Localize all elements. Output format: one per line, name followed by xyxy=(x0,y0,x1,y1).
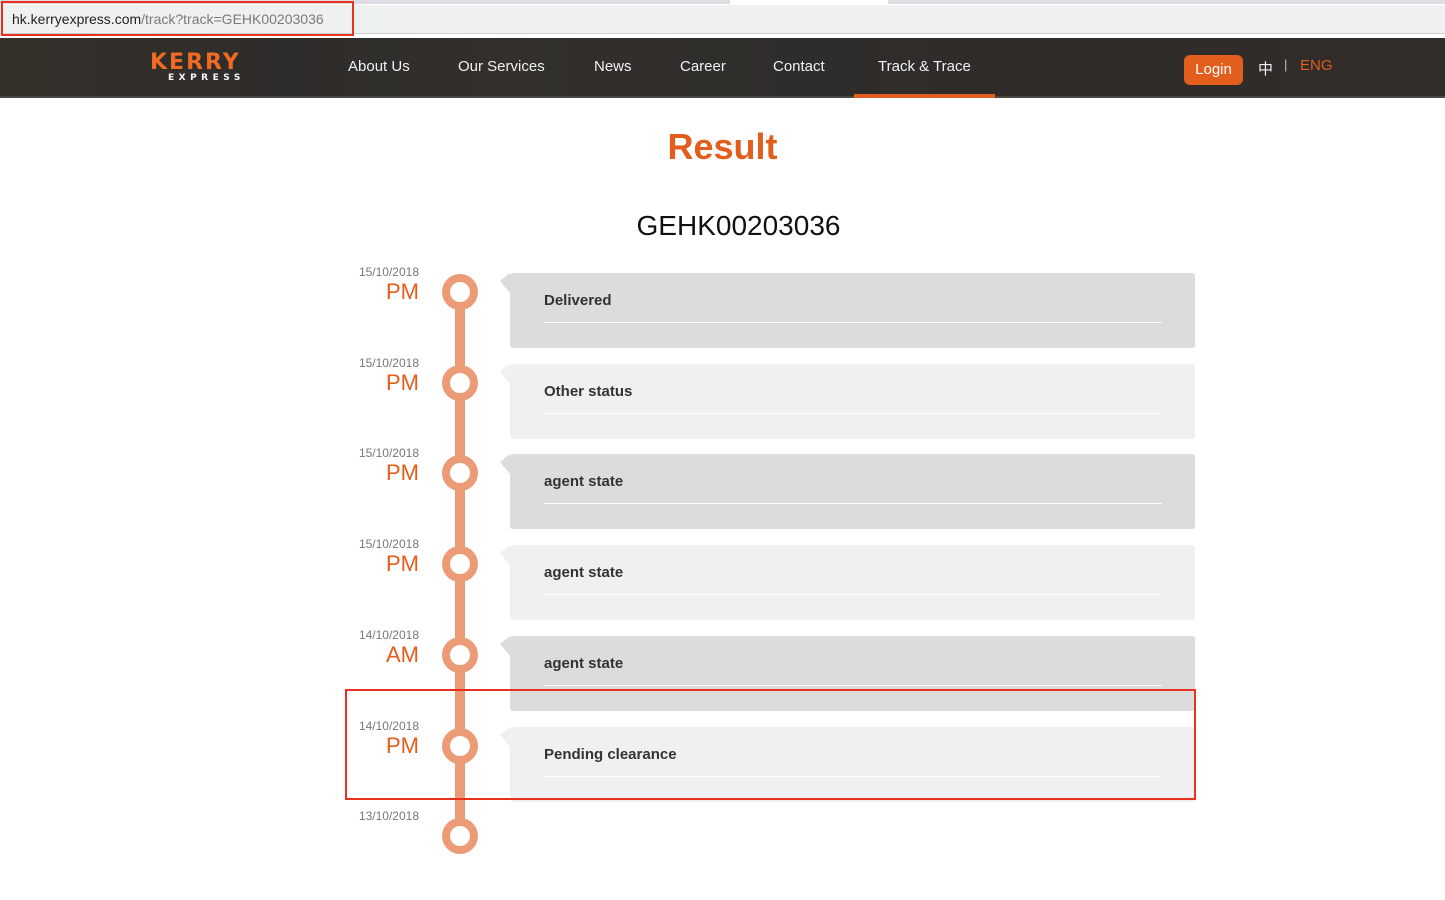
status-card: agent state xyxy=(500,454,1195,529)
nav-track-trace[interactable]: Track & Trace xyxy=(854,38,995,98)
card-divider xyxy=(544,594,1162,595)
nav-contact[interactable]: Contact xyxy=(773,38,825,96)
timeline-entry: 15/10/2018 PM agent state xyxy=(0,537,1445,628)
nav-career[interactable]: Career xyxy=(680,38,726,96)
entry-date: 15/10/2018 xyxy=(358,356,419,370)
entry-ampm: PM xyxy=(386,279,419,304)
status-text: Delivered xyxy=(544,292,612,309)
status-card: Delivered xyxy=(500,273,1195,348)
timeline-entry: 14/10/2018 AM agent state xyxy=(0,628,1445,719)
timeline-node-icon xyxy=(442,637,478,673)
nav-about-us[interactable]: About Us xyxy=(348,38,410,96)
timeline-entry: 13/10/2018 xyxy=(0,809,1445,900)
page-title: Result xyxy=(667,126,778,167)
nav-news[interactable]: News xyxy=(594,38,632,96)
entry-ampm: PM xyxy=(386,733,419,758)
logo-main-text: KERRY xyxy=(150,50,241,75)
card-divider xyxy=(544,322,1162,323)
timeline-node-icon xyxy=(442,728,478,764)
kerry-express-logo[interactable]: KERRY EXPRESS xyxy=(150,50,274,84)
entry-date: 14/10/2018 xyxy=(358,628,419,642)
status-text: agent state xyxy=(544,473,624,490)
url-text[interactable]: hk.kerryexpress.com/track?track=GEHK0020… xyxy=(12,11,324,27)
login-button[interactable]: Login xyxy=(1184,55,1243,85)
entry-ampm: PM xyxy=(386,460,419,485)
tab-strip xyxy=(0,0,1445,4)
timeline-node-icon xyxy=(442,274,478,310)
status-card: Pending clearance xyxy=(500,727,1195,802)
entry-date: 15/10/2018 xyxy=(358,265,419,279)
active-tab[interactable] xyxy=(730,0,888,4)
status-card: agent state xyxy=(500,636,1195,711)
entry-ampm: AM xyxy=(386,642,419,667)
lang-chinese-link[interactable]: 中 xyxy=(1258,58,1273,79)
entry-ampm: PM xyxy=(386,551,419,576)
timeline-entry: 15/10/2018 PM Other status xyxy=(0,356,1445,447)
card-pointer-icon xyxy=(500,727,510,747)
status-text: agent state xyxy=(544,655,624,672)
site-header: KERRY EXPRESS About Us Our Services News… xyxy=(0,38,1445,98)
timeline-node-icon xyxy=(442,455,478,491)
card-divider xyxy=(544,776,1162,777)
entry-date: 13/10/2018 xyxy=(358,809,419,823)
status-card: Other status xyxy=(500,364,1195,439)
tracking-number: GEHK00203036 xyxy=(636,210,841,241)
status-text: agent state xyxy=(544,564,624,581)
lang-english-link[interactable]: ENG xyxy=(1300,57,1333,74)
timeline-entry: 14/10/2018 PM Pending clearance xyxy=(0,719,1445,810)
lang-separator: | xyxy=(1284,57,1288,72)
timeline-node-icon xyxy=(442,546,478,582)
status-text: Pending clearance xyxy=(544,746,677,763)
entry-date: 15/10/2018 xyxy=(358,446,419,460)
status-card: agent state xyxy=(500,545,1195,620)
card-divider xyxy=(544,685,1162,686)
card-pointer-icon xyxy=(500,364,510,384)
card-pointer-icon xyxy=(500,273,510,293)
entry-date: 14/10/2018 xyxy=(358,719,419,733)
timeline-node-icon xyxy=(442,365,478,401)
timeline-entry: 15/10/2018 PM agent state xyxy=(0,446,1445,537)
logo-sub-text: EXPRESS xyxy=(168,73,245,83)
timeline-entry: 15/10/2018 PM Delivered xyxy=(0,265,1445,356)
url-host: hk.kerryexpress.com xyxy=(12,11,142,27)
entry-ampm: PM xyxy=(386,370,419,395)
address-bar[interactable]: hk.kerryexpress.com/track?track=GEHK0020… xyxy=(0,5,1445,34)
card-pointer-icon xyxy=(500,545,510,565)
status-text: Other status xyxy=(544,383,633,400)
card-pointer-icon xyxy=(500,454,510,474)
timeline-node-icon xyxy=(442,818,478,854)
nav-our-services[interactable]: Our Services xyxy=(458,38,545,96)
card-pointer-icon xyxy=(500,636,510,656)
card-divider xyxy=(544,413,1162,414)
card-divider xyxy=(544,503,1162,504)
entry-date: 15/10/2018 xyxy=(358,537,419,551)
url-path: /track?track=GEHK00203036 xyxy=(141,11,324,27)
browser-chrome: hk.kerryexpress.com/track?track=GEHK0020… xyxy=(0,0,1445,38)
